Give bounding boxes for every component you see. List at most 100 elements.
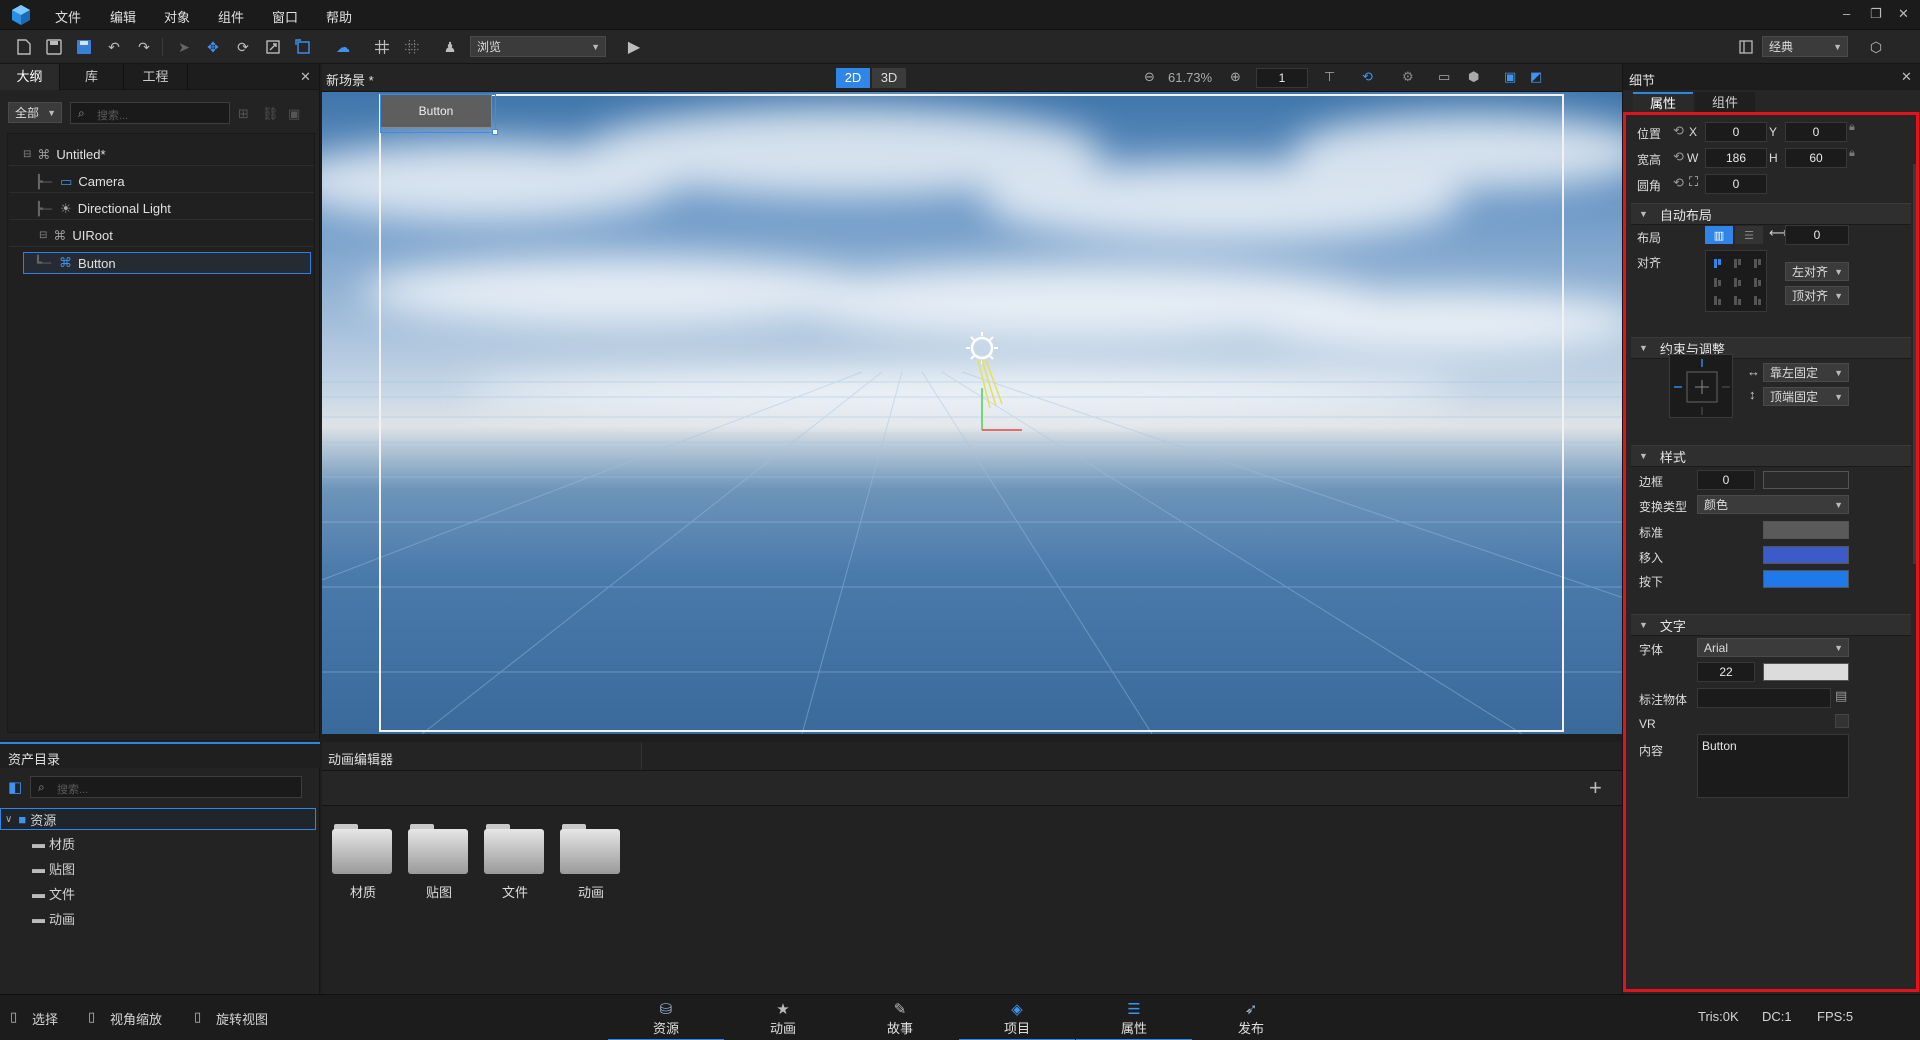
asset-folder-item[interactable]: ▬ 动画	[32, 909, 75, 928]
lock-icon[interactable]: ▣	[288, 106, 300, 122]
font-select[interactable]: Arial ▼	[1697, 638, 1849, 657]
resize-handle[interactable]	[492, 129, 498, 135]
section-text[interactable]: ▼ 文字	[1631, 614, 1911, 636]
cube-icon[interactable]: ⬢	[1468, 69, 1479, 85]
mode-3d-button[interactable]: 3D	[872, 68, 906, 88]
menu-object[interactable]: 对象	[164, 7, 190, 26]
text-color-swatch[interactable]	[1763, 663, 1849, 681]
sync-icon[interactable]: ⟲	[1362, 69, 1373, 85]
settings-hex-icon[interactable]: ⬡	[1866, 37, 1886, 57]
h-align-select[interactable]: 左对齐 ▼	[1785, 262, 1849, 281]
rotate-tool-icon[interactable]: ⟳	[233, 37, 253, 57]
collapse-icon[interactable]: ⊟	[23, 149, 31, 160]
collapse-triangle-icon[interactable]: ▼	[1639, 343, 1648, 353]
menu-file[interactable]: 文件	[55, 7, 81, 26]
scale-tool-icon[interactable]	[263, 37, 283, 57]
asset-root-item[interactable]: ∨ ■ 资源	[0, 808, 316, 830]
vr-checkbox[interactable]	[1835, 714, 1849, 728]
layout-horizontal-button[interactable]: ▥	[1705, 226, 1733, 244]
scene-viewport[interactable]: Button	[322, 92, 1622, 734]
collapse-triangle-icon[interactable]: ▼	[1639, 209, 1648, 219]
pressed-color-swatch[interactable]	[1763, 570, 1849, 588]
new-file-icon[interactable]	[14, 37, 34, 57]
select-tool-icon[interactable]: ➤	[174, 37, 194, 57]
tree-item-untitled[interactable]: ⊟ ⌘ Untitled*	[9, 144, 314, 166]
grid-icon[interactable]	[372, 37, 392, 57]
menu-help[interactable]: 帮助	[326, 7, 352, 26]
position-y-input[interactable]: 0	[1785, 122, 1847, 142]
restore-button[interactable]: ❐	[1870, 6, 1882, 22]
bottom-tab-animation[interactable]: ★ 动画	[725, 995, 841, 1040]
target-input[interactable]	[1697, 688, 1831, 708]
font-size-input[interactable]: 22	[1697, 662, 1755, 682]
radius-input[interactable]: 0	[1705, 174, 1767, 194]
tree-item-uiroot[interactable]: ⊟ ⌘ UIRoot	[9, 225, 314, 247]
close-panel-icon[interactable]: ✕	[1901, 69, 1912, 85]
play-icon[interactable]: ▶	[624, 37, 644, 57]
chevron-down-icon[interactable]: ∨	[5, 814, 12, 825]
asset-search-input[interactable]: ⌕ 搜索...	[30, 776, 302, 798]
camera-view-icon[interactable]: ▭	[1438, 69, 1450, 85]
normal-color-swatch[interactable]	[1763, 521, 1849, 539]
minimize-button[interactable]: –	[1843, 6, 1850, 21]
bottom-tab-publish[interactable]: ➶ 发布	[1193, 995, 1309, 1040]
collapse-icon[interactable]: ⊟	[39, 230, 47, 241]
tab-library[interactable]: 库	[60, 64, 124, 90]
tree-item-button[interactable]: ┗─ ⌘ Button	[23, 252, 311, 274]
tree-item-camera[interactable]: ┣─ ▭ Camera	[9, 171, 314, 193]
menu-edit[interactable]: 编辑	[110, 7, 136, 26]
sidebar-toggle-icon[interactable]: ◧	[8, 778, 22, 796]
tab-components[interactable]: 组件	[1695, 92, 1755, 114]
scrollbar[interactable]	[1913, 164, 1919, 564]
mode-2d-button[interactable]: 2D	[836, 68, 870, 88]
section-style[interactable]: ▼ 样式	[1631, 445, 1911, 467]
anim-folder[interactable]: 文件	[484, 824, 546, 901]
outline-search-input[interactable]: ⌕ 搜索...	[70, 102, 230, 124]
section-auto-layout[interactable]: ▼ 自动布局	[1631, 203, 1911, 225]
reset-icon[interactable]: ⟲	[1673, 175, 1684, 191]
outline-filter-select[interactable]: 全部 ▼	[8, 102, 62, 123]
bottom-tab-properties[interactable]: ☰ 属性	[1076, 995, 1192, 1040]
lock-icon[interactable]: 🔒︎	[1849, 121, 1855, 134]
gizmo-icon[interactable]: ◩	[1530, 69, 1542, 85]
close-window-button[interactable]: ✕	[1898, 6, 1909, 22]
link-icon[interactable]: ⛓	[262, 106, 279, 122]
bottom-tab-story[interactable]: ✎ 故事	[842, 995, 958, 1040]
align-top-icon[interactable]: ⊤	[1324, 69, 1335, 85]
save-icon[interactable]	[44, 37, 64, 57]
zoom-in-icon[interactable]: ⊕	[1230, 69, 1241, 85]
folder-open-icon[interactable]: ▤	[1835, 688, 1847, 704]
user-icon[interactable]: ♟	[440, 37, 460, 57]
tab-properties[interactable]: 属性	[1633, 92, 1693, 114]
border-input[interactable]: 0	[1697, 470, 1755, 490]
scene-tab-title[interactable]: 新场景 *	[326, 70, 374, 89]
group-icon[interactable]: ⊞	[238, 106, 249, 122]
menu-window[interactable]: 窗口	[272, 7, 298, 26]
alignment-grid[interactable]	[1705, 250, 1767, 312]
view-mode-select[interactable]: 浏览 ▼	[470, 36, 606, 57]
content-textarea[interactable]: Button	[1697, 734, 1849, 798]
v-align-select[interactable]: 顶对齐 ▼	[1785, 286, 1849, 305]
position-x-input[interactable]: 0	[1705, 122, 1767, 142]
anim-folder[interactable]: 贴图	[408, 824, 470, 901]
menu-component[interactable]: 组件	[218, 7, 244, 26]
constraint-widget[interactable]	[1669, 354, 1733, 418]
snap-grid-icon[interactable]	[402, 37, 422, 57]
save-as-icon[interactable]	[74, 37, 94, 57]
hover-color-swatch[interactable]	[1763, 546, 1849, 564]
height-input[interactable]: 60	[1785, 148, 1847, 168]
reset-icon[interactable]: ⟲	[1673, 149, 1684, 165]
move-tool-icon[interactable]: ✥	[203, 37, 223, 57]
border-color-swatch[interactable]	[1763, 471, 1849, 489]
collapse-triangle-icon[interactable]: ▼	[1639, 451, 1648, 461]
spacing-input[interactable]: 0	[1785, 225, 1849, 245]
asset-folder-item[interactable]: ▬ 材质	[32, 834, 75, 853]
collapse-triangle-icon[interactable]: ▼	[1639, 620, 1648, 630]
redo-icon[interactable]: ↷	[134, 37, 154, 57]
cloud-icon[interactable]: ☁	[333, 37, 353, 57]
add-icon[interactable]: +	[1589, 775, 1602, 801]
tab-outline[interactable]: 大纲	[0, 64, 60, 90]
v-constraint-select[interactable]: 顶端固定 ▼	[1763, 387, 1849, 406]
h-constraint-select[interactable]: 靠左固定 ▼	[1763, 363, 1849, 382]
bottom-tab-project[interactable]: ◈ 项目	[959, 995, 1075, 1040]
